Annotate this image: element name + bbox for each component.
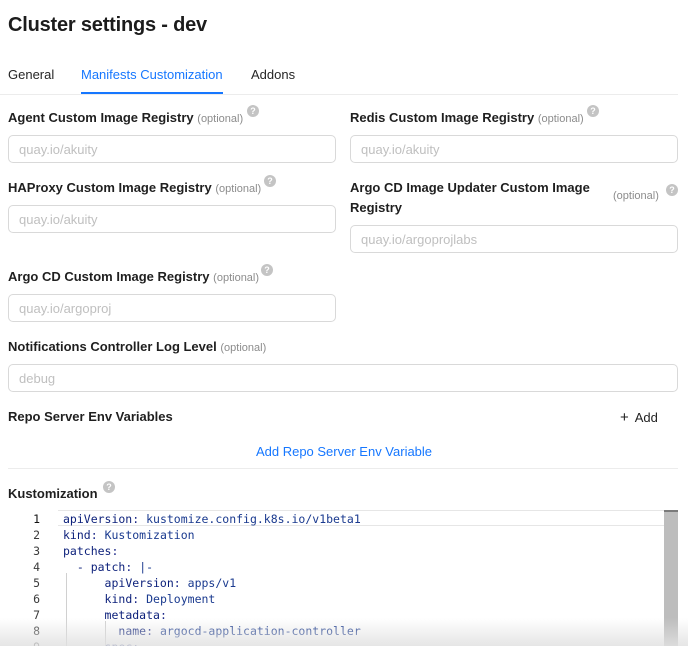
add-env-button-label: Add (634, 410, 658, 425)
code-line: patches: (63, 544, 119, 558)
code-line: apiVersion: apps/v1 (104, 576, 237, 590)
code-line: - patch: |- (76, 560, 154, 574)
tab-general[interactable]: General (8, 67, 54, 82)
page-title: Cluster settings - dev (8, 14, 207, 36)
agent-registry-label: Agent Custom Image Registry (optional) (8, 108, 243, 129)
editor-scrollbar[interactable] (664, 510, 678, 646)
add-env-button[interactable]: + Add (620, 409, 658, 426)
line-number: 2 (33, 528, 40, 542)
code-line: apiVersion: kustomize.config.k8s.io/v1be… (63, 512, 361, 526)
argocd-registry-label-text: Argo CD Custom Image Registry (8, 269, 210, 284)
optional-tag: (optional) (220, 342, 267, 354)
repo-env-label: Repo Server Env Variables (8, 409, 173, 424)
code-line: metadata: (104, 608, 167, 622)
help-icon[interactable]: ? (103, 481, 115, 493)
argocd-registry-input[interactable] (8, 294, 336, 322)
line-number: 4 (33, 560, 40, 574)
help-icon[interactable]: ? (264, 175, 276, 187)
help-icon[interactable]: ? (247, 105, 259, 117)
add-repo-env-variable-link[interactable]: Add Repo Server Env Variable (0, 444, 688, 459)
redis-registry-input[interactable] (350, 135, 678, 163)
optional-tag: (optional) (215, 183, 262, 195)
help-icon[interactable]: ? (587, 105, 599, 117)
tab-addons[interactable]: Addons (251, 67, 295, 82)
image-updater-registry-label-line1: Argo CD Image Updater Custom Image (350, 180, 590, 195)
log-level-label: Notifications Controller Log Level (opti… (8, 337, 266, 358)
help-icon[interactable]: ? (666, 184, 678, 196)
redis-registry-label-text: Redis Custom Image Registry (350, 110, 535, 125)
tab-manifests-customization[interactable]: Manifests Customization (81, 67, 223, 82)
help-icon[interactable]: ? (261, 264, 273, 276)
line-number: 7 (33, 608, 40, 622)
log-level-label-text: Notifications Controller Log Level (8, 339, 217, 354)
log-level-input[interactable] (8, 364, 678, 392)
line-number: 6 (33, 592, 40, 606)
kustomization-label: Kustomization (8, 486, 98, 501)
image-updater-registry-input[interactable] (350, 225, 678, 253)
line-number: 5 (33, 576, 40, 590)
code-line: name: argocd-application-controller (118, 624, 361, 638)
redis-registry-label: Redis Custom Image Registry (optional) (350, 108, 584, 129)
tab-bar: General Manifests Customization Addons (0, 58, 678, 95)
kustomization-code-editor[interactable]: 1 2 3 4 5 6 7 8 9 apiVersion: kustomize.… (8, 509, 678, 646)
active-tab-indicator (81, 92, 223, 94)
agent-registry-input[interactable] (8, 135, 336, 163)
line-number: 8 (33, 624, 40, 638)
code-line: spec: (63, 640, 140, 646)
agent-registry-label-text: Agent Custom Image Registry (8, 110, 194, 125)
plus-icon: + (620, 409, 629, 426)
line-number: 3 (33, 544, 40, 558)
optional-tag: (optional) (213, 272, 260, 284)
optional-tag: (optional) (197, 113, 244, 125)
code-line: kind: Kustomization (63, 528, 195, 542)
optional-tag: (optional) (537, 113, 584, 125)
image-updater-registry-label-line2: Registry (350, 200, 403, 215)
line-number: 1 (33, 512, 40, 526)
line-number: 9 (8, 640, 40, 646)
divider (8, 468, 678, 469)
haproxy-registry-label-text: HAProxy Custom Image Registry (8, 180, 212, 195)
optional-tag: (optional) (613, 190, 659, 202)
code-line: kind: Deployment (104, 592, 216, 606)
image-updater-registry-label: Argo CD Image Updater Custom Image (350, 178, 590, 198)
haproxy-registry-input[interactable] (8, 205, 336, 233)
image-updater-registry-label-cont: Registry (350, 198, 402, 218)
argocd-registry-label: Argo CD Custom Image Registry (optional) (8, 267, 259, 288)
haproxy-registry-label: HAProxy Custom Image Registry (optional) (8, 178, 261, 199)
